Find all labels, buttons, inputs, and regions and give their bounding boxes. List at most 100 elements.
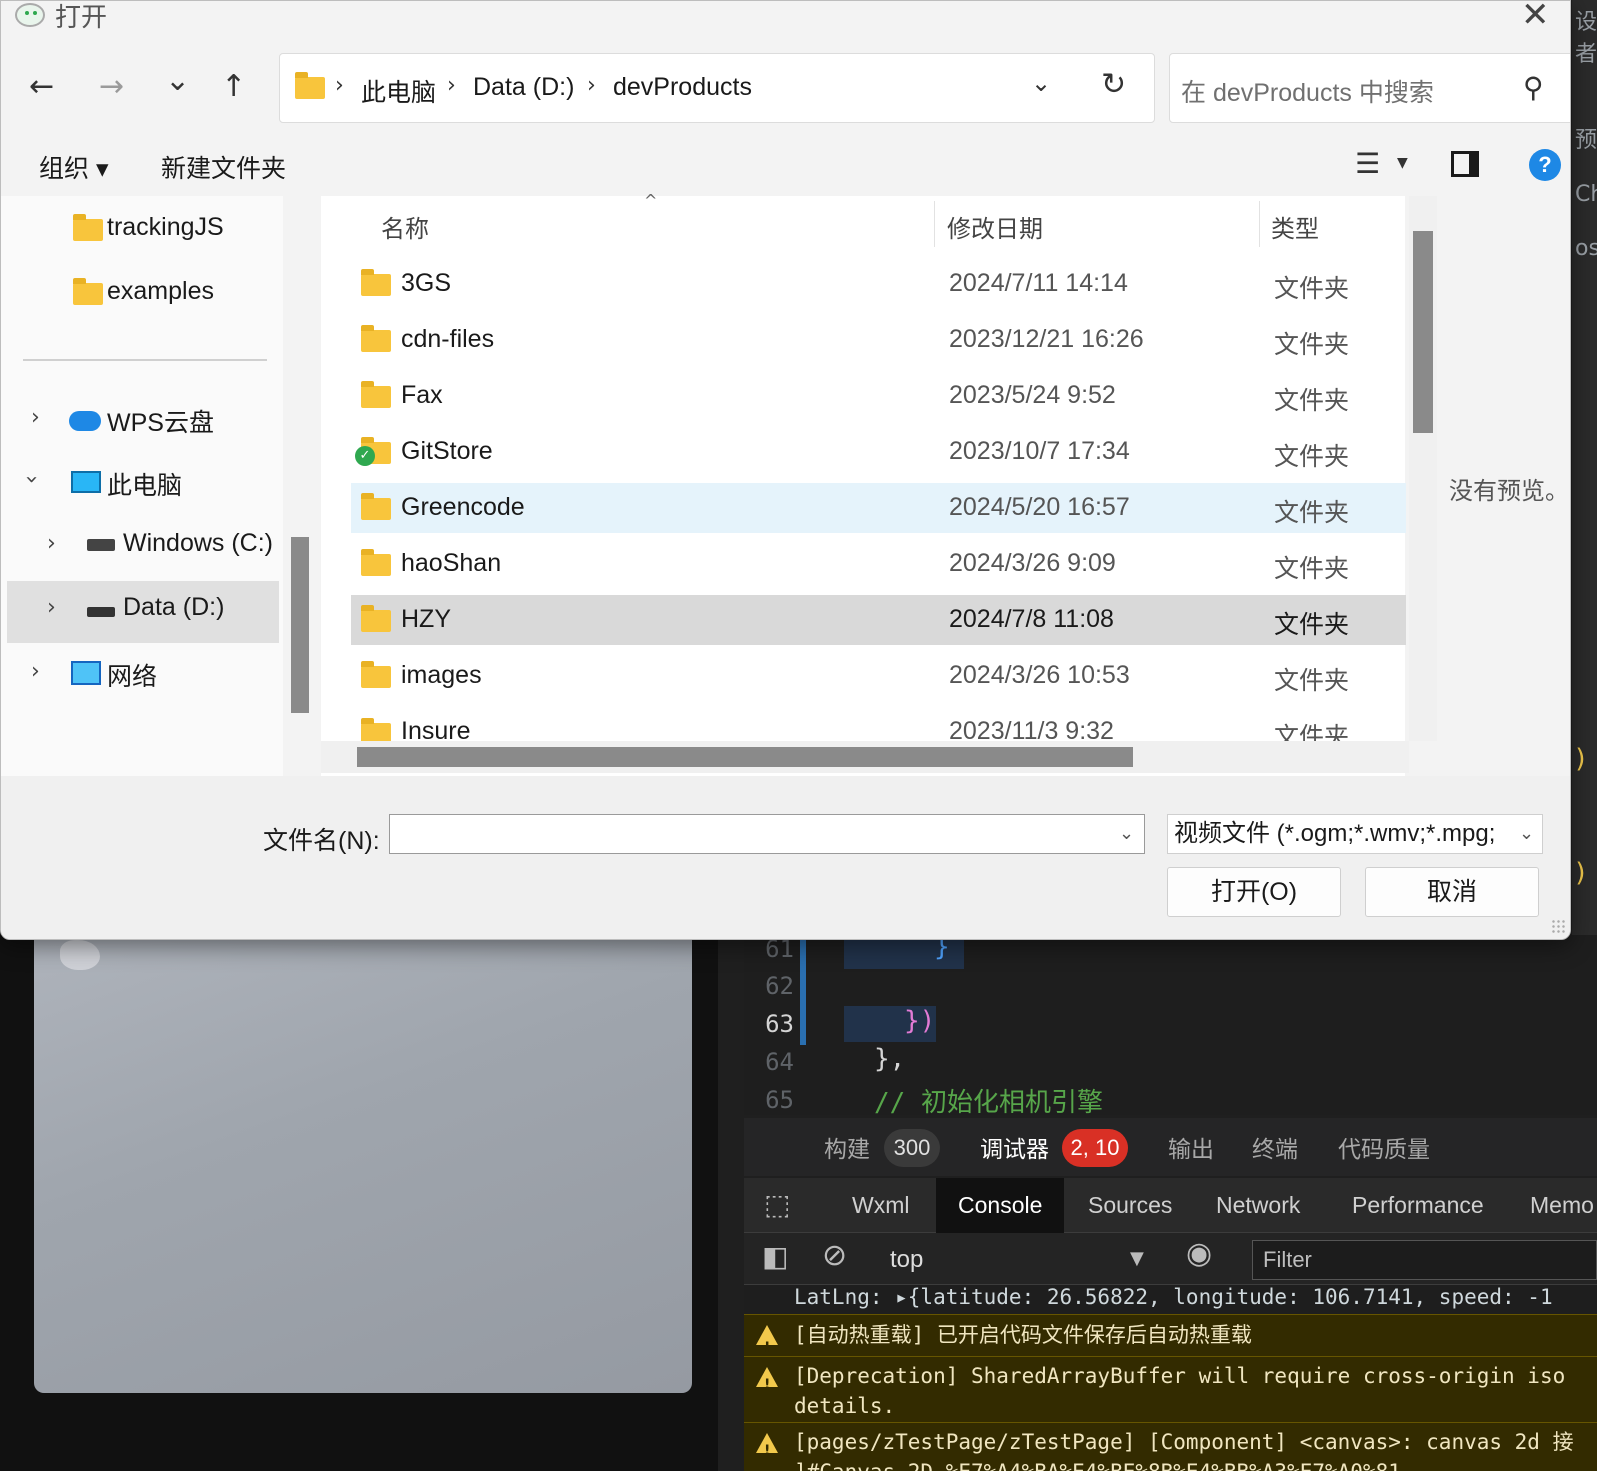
- tab-performance[interactable]: Performance: [1330, 1178, 1506, 1233]
- strip-text: 预: [1575, 128, 1597, 153]
- file-date: 2024/3/26 10:53: [949, 661, 1130, 689]
- expand-chevron-icon[interactable]: ›: [31, 405, 40, 430]
- open-button[interactable]: 打开(O): [1167, 867, 1341, 917]
- filename-input[interactable]: [389, 814, 1145, 854]
- expand-chevron-icon[interactable]: ›: [47, 595, 56, 620]
- organize-button[interactable]: 组织 ▾: [39, 149, 109, 185]
- nav-item-this-pc[interactable]: 此电脑: [107, 466, 182, 502]
- inspect-element-icon[interactable]: ⬚: [764, 1188, 790, 1221]
- file-row[interactable]: [351, 315, 1406, 365]
- cancel-button[interactable]: 取消: [1365, 867, 1539, 917]
- tab-output[interactable]: 输出: [1168, 1130, 1214, 1164]
- file-row-clipped[interactable]: Insure 2023/11/3 9:32 文件夹: [321, 707, 1409, 741]
- nav-pane-scrollbar[interactable]: [291, 537, 309, 713]
- tab-wxml[interactable]: Wxml: [830, 1178, 931, 1233]
- console-filter-input[interactable]: Filter: [1252, 1240, 1597, 1280]
- file-type-select[interactable]: 视频文件 (*.ogm;*.wmv;*.mpg;: [1167, 814, 1543, 854]
- tab-debugger[interactable]: 调试器: [980, 1130, 1049, 1164]
- sort-ascending-icon: ^: [644, 191, 658, 210]
- console-log-latlng: LatLng: ▸{latitude: 26.56822, longitude:…: [794, 1285, 1553, 1309]
- horizontal-scrollbar-thumb[interactable]: [357, 747, 1133, 767]
- nav-divider: [23, 359, 267, 361]
- tab-sources[interactable]: Sources: [1066, 1178, 1194, 1233]
- file-type: 文件夹: [1274, 723, 1350, 741]
- file-type: 文件夹: [1274, 443, 1350, 471]
- column-divider[interactable]: [934, 201, 935, 247]
- clear-console-icon[interactable]: ⊘: [822, 1238, 847, 1273]
- filename-history-chevron-icon[interactable]: ⌄: [1119, 823, 1134, 844]
- breadcrumb-this-pc[interactable]: 此电脑: [361, 73, 436, 109]
- file-type: 文件夹: [1274, 331, 1350, 359]
- sidebar-toggle-icon[interactable]: ◧: [762, 1240, 788, 1273]
- warning-text: [Deprecation] SharedArrayBuffer will req…: [794, 1364, 1566, 1388]
- nav-item-windows-c[interactable]: Windows (C:): [123, 529, 273, 558]
- file-row-selected[interactable]: [351, 595, 1406, 645]
- tab-memory[interactable]: Memo: [1508, 1178, 1597, 1233]
- help-icon[interactable]: ?: [1529, 149, 1561, 181]
- column-header-name[interactable]: 名称: [381, 209, 429, 244]
- breadcrumb-devproducts[interactable]: devProducts: [613, 73, 752, 102]
- expand-chevron-icon[interactable]: ›: [31, 659, 40, 684]
- camera-preview[interactable]: [34, 935, 692, 1393]
- line-number: 64: [765, 1048, 794, 1076]
- tab-build[interactable]: 构建: [824, 1130, 870, 1164]
- strip-text: os: [1575, 236, 1597, 261]
- file-name: Insure: [401, 717, 471, 741]
- warning-icon: [756, 1325, 778, 1356]
- file-type: 文件夹: [1274, 611, 1350, 639]
- column-header-type[interactable]: 类型: [1271, 209, 1319, 244]
- forward-arrow-icon[interactable]: →: [99, 69, 124, 104]
- back-arrow-icon[interactable]: ←: [29, 69, 54, 104]
- column-divider[interactable]: [1259, 201, 1260, 247]
- column-header-date[interactable]: 修改日期: [947, 209, 1043, 244]
- file-type-chevron-icon[interactable]: ⌄: [1519, 823, 1534, 844]
- view-dropdown-icon[interactable]: ▼: [1397, 155, 1408, 171]
- file-date: 2024/3/26 9:09: [949, 549, 1116, 577]
- folder-icon: [73, 214, 103, 241]
- up-arrow-icon[interactable]: ↑: [221, 69, 246, 104]
- collapse-chevron-icon[interactable]: ›: [19, 475, 44, 484]
- tab-code-quality[interactable]: 代码质量: [1338, 1130, 1430, 1164]
- breadcrumb-data-d[interactable]: Data (D:): [473, 73, 574, 102]
- strip-text: 设者: [1575, 10, 1597, 67]
- nav-item-data-d[interactable]: Data (D:): [123, 593, 224, 622]
- file-row[interactable]: [351, 539, 1406, 589]
- cloud-icon: [69, 411, 101, 431]
- breadcrumb-separator-icon[interactable]: ›: [447, 73, 456, 98]
- line-number: 65: [765, 1086, 794, 1114]
- dialog-title-bar[interactable]: [1, 1, 1570, 45]
- expand-chevron-icon[interactable]: ›: [47, 531, 56, 556]
- code-fragment: ): [1573, 858, 1589, 888]
- nav-item-wps-cloud[interactable]: WPS云盘: [107, 403, 214, 439]
- recent-locations-chevron-icon[interactable]: ⌄: [165, 63, 190, 98]
- address-dropdown-chevron-icon[interactable]: ⌄: [1031, 69, 1051, 97]
- file-row[interactable]: [351, 427, 1406, 477]
- file-row[interactable]: [351, 651, 1406, 701]
- folder-icon: [361, 549, 391, 576]
- preview-pane-toggle-icon[interactable]: [1451, 151, 1479, 177]
- file-name: cdn-files: [401, 325, 495, 353]
- breadcrumb-separator-icon[interactable]: ›: [587, 73, 596, 98]
- file-date: 2024/5/20 16:57: [949, 493, 1130, 521]
- file-row[interactable]: [351, 371, 1406, 421]
- close-icon[interactable]: ✕: [1521, 1, 1550, 35]
- resize-grip-icon[interactable]: [1551, 919, 1565, 933]
- nav-item-network[interactable]: 网络: [107, 657, 157, 693]
- context-select[interactable]: top: [890, 1246, 923, 1274]
- breadcrumb-separator-icon[interactable]: ›: [335, 73, 344, 98]
- search-icon[interactable]: ⚲: [1523, 71, 1544, 104]
- new-folder-button[interactable]: 新建文件夹: [161, 149, 286, 185]
- view-options-icon[interactable]: ☰: [1355, 147, 1380, 180]
- context-dropdown-icon[interactable]: ▼: [1130, 1248, 1144, 1269]
- file-date: 2023/10/7 17:34: [949, 437, 1130, 465]
- refresh-icon[interactable]: ↻: [1101, 67, 1126, 102]
- code-close-object: },: [874, 1044, 906, 1074]
- nav-item-trackingjs[interactable]: trackingJS: [107, 213, 224, 242]
- live-expression-eye-icon[interactable]: ◉: [1186, 1236, 1212, 1271]
- tab-terminal[interactable]: 终端: [1252, 1130, 1298, 1164]
- tab-network[interactable]: Network: [1194, 1178, 1322, 1233]
- vertical-scrollbar-thumb[interactable]: [1413, 231, 1433, 433]
- file-row[interactable]: [351, 259, 1406, 309]
- nav-item-examples[interactable]: examples: [107, 277, 214, 306]
- tab-console[interactable]: Console: [936, 1178, 1065, 1233]
